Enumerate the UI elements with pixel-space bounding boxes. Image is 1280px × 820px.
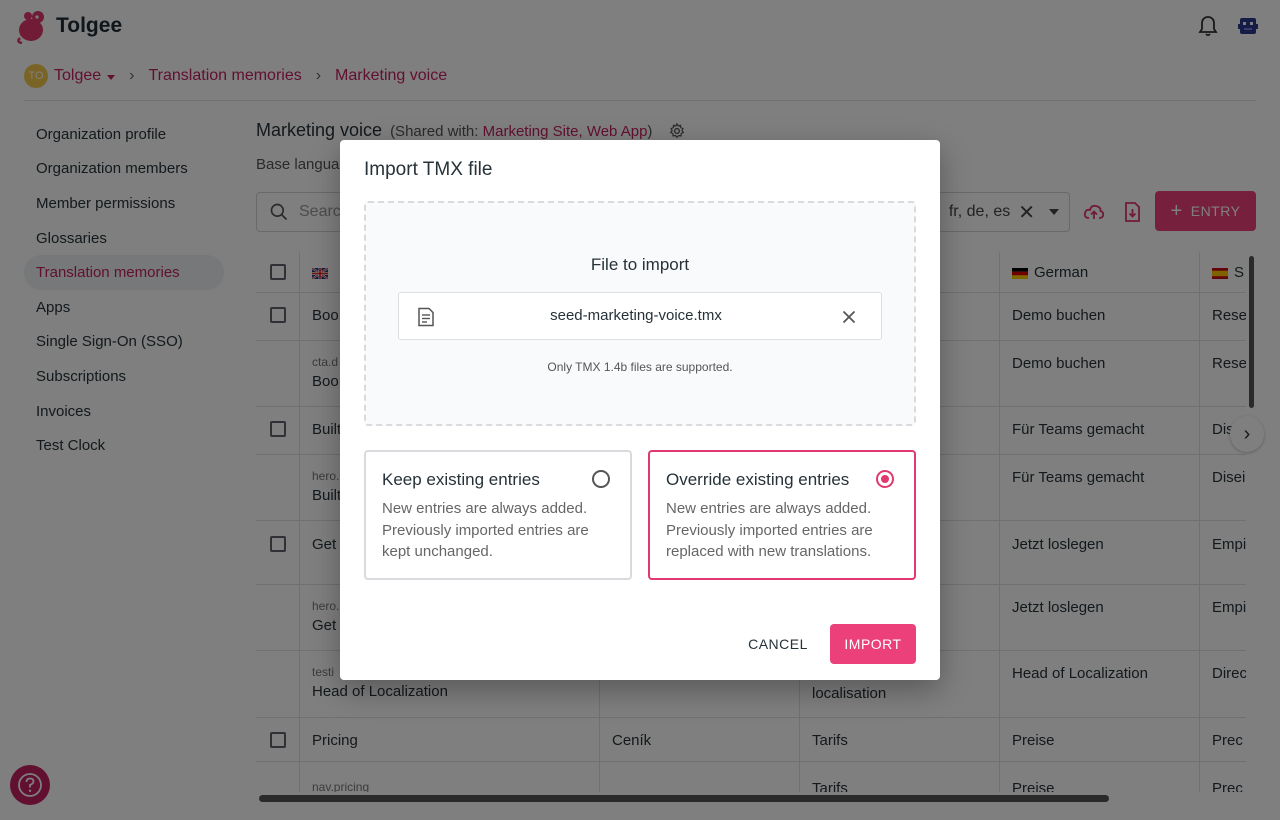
- option-override-description: New entries are always added. Previously…: [666, 500, 873, 560]
- option-keep-description: New entries are always added. Previously…: [382, 500, 589, 560]
- option-override-title: Override existing entries: [666, 470, 850, 489]
- file-format-hint: Only TMX 1.4b files are supported.: [547, 360, 733, 374]
- file-name: seed-marketing-voice.tmx: [550, 307, 722, 324]
- option-keep-title: Keep existing entries: [382, 470, 540, 489]
- import-tmx-dialog: Import TMX file File to import seed-mark…: [340, 140, 940, 680]
- selected-file: seed-marketing-voice.tmx: [398, 292, 882, 340]
- file-dropzone[interactable]: File to import seed-marketing-voice.tmx …: [364, 201, 916, 426]
- option-keep-existing[interactable]: Keep existing entries New entries are al…: [364, 450, 632, 580]
- dialog-title: Import TMX file: [364, 159, 493, 180]
- keep-existing-radio[interactable]: [592, 470, 610, 488]
- remove-file-icon[interactable]: [839, 307, 859, 327]
- option-override-existing[interactable]: Override existing entries New entries ar…: [648, 450, 916, 580]
- file-to-import-label: File to import: [590, 255, 690, 274]
- override-existing-radio[interactable]: [876, 470, 894, 488]
- import-button[interactable]: IMPORT: [830, 624, 916, 664]
- cancel-button[interactable]: CANCEL: [738, 624, 818, 664]
